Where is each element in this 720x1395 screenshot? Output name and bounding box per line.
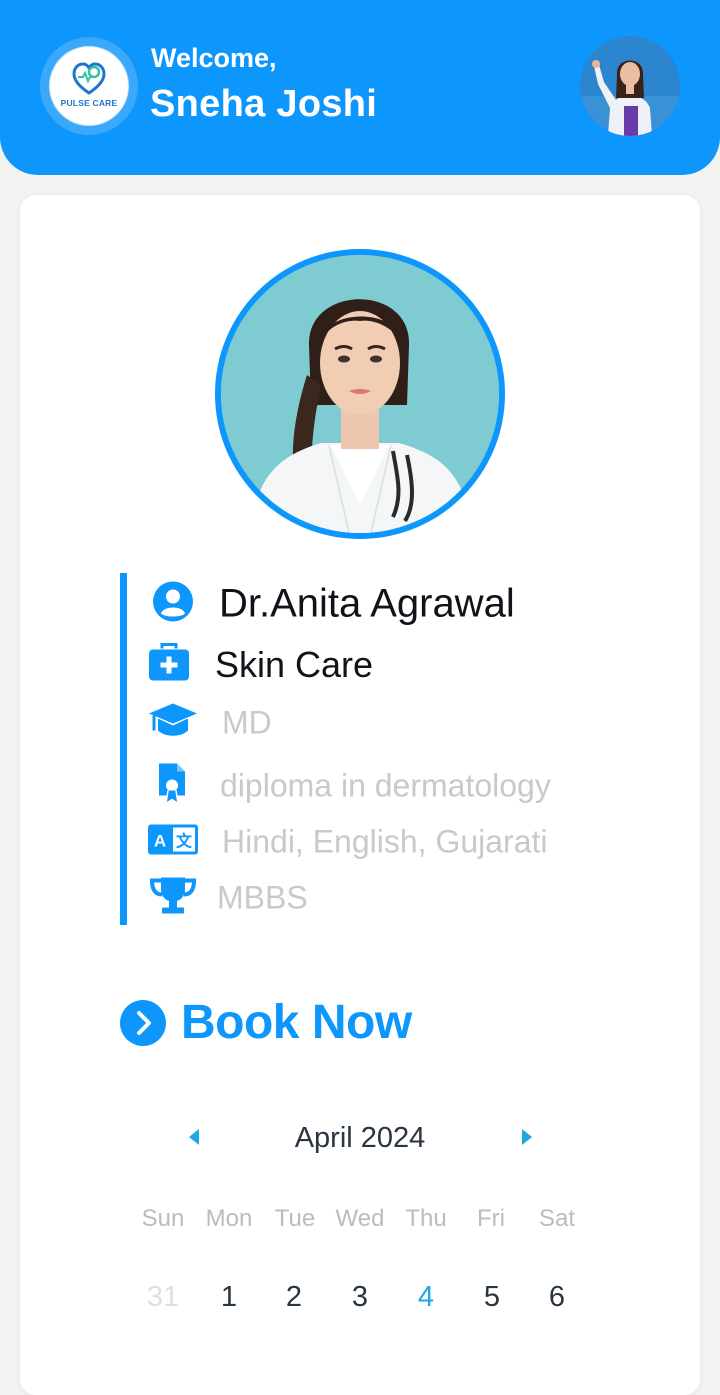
book-now-label: Book Now [181,996,412,1049]
calendar-day[interactable]: 3 [335,1275,385,1319]
app-header: PULSE CARE Welcome, Sneha Joshi [0,0,720,175]
calendar-day[interactable]: 31 [138,1275,188,1319]
weekday-wed: Wed [335,1205,385,1232]
doctor-portrait [221,255,499,533]
weekday-mon: Mon [205,1205,253,1232]
certification-row: diploma in dermatology [127,761,667,811]
translate-icon: A 文 [147,824,199,861]
trophy-icon [149,876,197,921]
weekday-tue: Tue [274,1205,316,1232]
doctor-card: Dr.Anita Agrawal Skin Care MD diploma in… [20,195,700,1395]
doctor-specialty: Skin Care [215,644,374,685]
specialty-row: Skin Care [127,640,667,690]
user-name: Sneha Joshi [150,83,378,125]
chevron-right-circle-icon [120,1000,166,1046]
calendar-day[interactable]: 2 [269,1275,319,1319]
person-circle-icon [151,580,195,629]
doctor-degree: MD [222,704,272,741]
doctor-photo-frame [215,249,505,539]
weekday-fri: Fri [477,1205,505,1232]
doctor-name: Dr.Anita Agrawal [219,581,515,626]
next-month-button[interactable] [511,1122,541,1152]
caret-right-icon [522,1129,532,1145]
heart-pulse-icon [72,62,106,95]
weekday-sat: Sat [538,1205,576,1232]
medical-kit-icon [147,643,191,688]
doctor-languages: Hindi, English, Gujarati [222,823,548,860]
degree-row: MD [127,698,667,748]
doctor-achievement: MBBS [217,879,308,916]
languages-row: A 文 Hindi, English, Gujarati [127,817,667,867]
certificate-document-icon [157,762,187,811]
achievement-row: MBBS [127,873,667,923]
logo-badge: PULSE CARE [49,46,129,126]
calendar-day[interactable]: 5 [467,1275,517,1319]
doctor-photo [221,255,499,533]
svg-text:文: 文 [176,832,193,851]
graduation-cap-icon [147,701,199,746]
calendar-month-label: April 2024 [294,1122,426,1154]
logo-text: PULSE CARE [60,98,118,108]
doctor-certification: diploma in dermatology [220,767,551,804]
doctor-name-row: Dr.Anita Agrawal [127,579,667,629]
profile-avatar[interactable] [580,36,680,136]
weekday-sun: Sun [141,1205,185,1232]
app-logo: PULSE CARE [40,37,138,135]
svg-text:A: A [154,832,166,851]
doctor-info: Dr.Anita Agrawal Skin Care MD diploma in… [120,573,667,925]
calendar-day[interactable]: 1 [204,1275,254,1319]
calendar-day-today[interactable]: 4 [401,1275,451,1319]
calendar-day[interactable]: 6 [532,1275,582,1319]
weekday-thu: Thu [405,1205,447,1232]
profile-photo [580,36,680,136]
welcome-label: Welcome, [151,43,277,73]
